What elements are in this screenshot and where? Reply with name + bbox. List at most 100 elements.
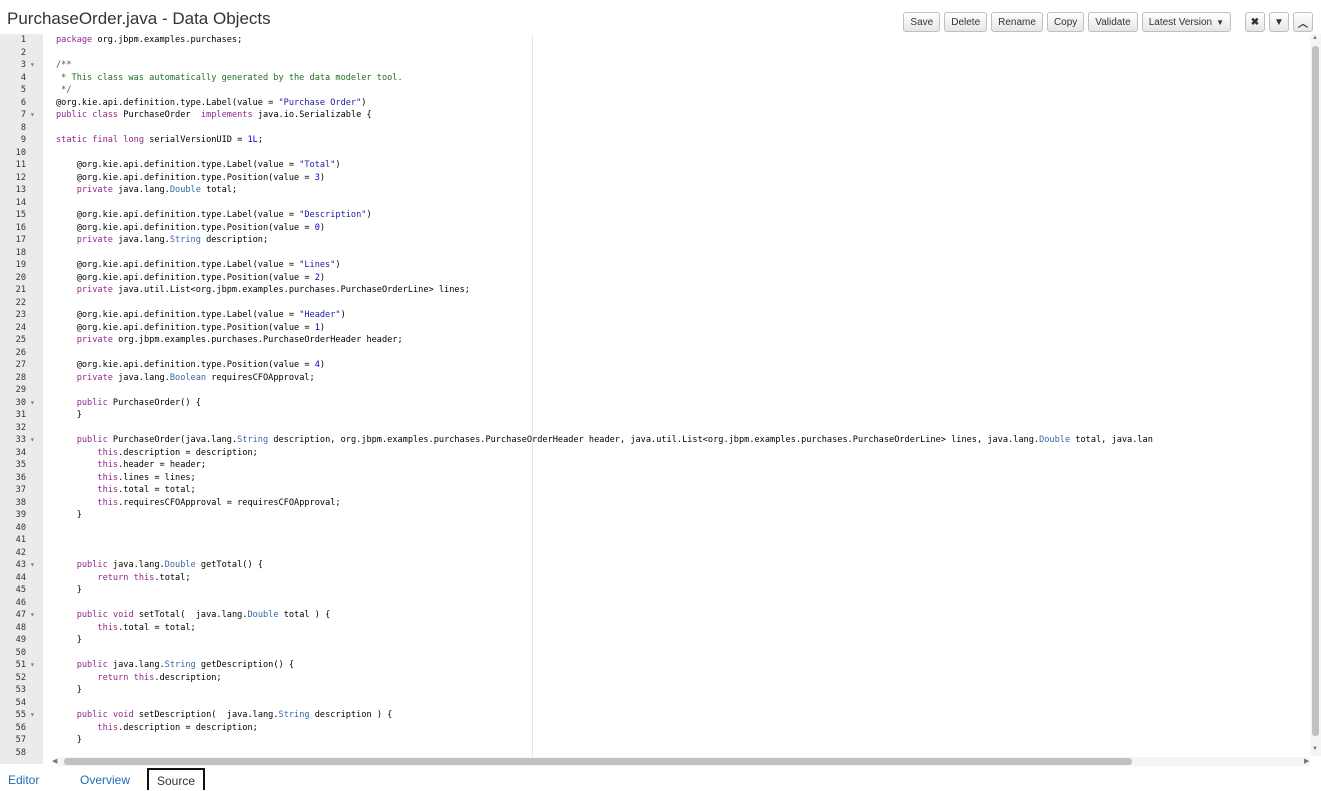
scroll-left-icon[interactable]: ◀	[52, 757, 57, 765]
code-line[interactable]: 45 }	[0, 585, 1310, 595]
tab-source[interactable]: Source	[147, 768, 206, 790]
code-line[interactable]: 13 private java.lang.Double total;	[0, 185, 1310, 195]
code-line[interactable]: 25 private org.jbpm.examples.purchases.P…	[0, 335, 1310, 345]
scroll-down-icon[interactable]: ▼	[1312, 746, 1318, 752]
line-number: 3	[20, 60, 26, 70]
code-line[interactable]: 56 this.description = description;	[0, 723, 1310, 733]
validate-button[interactable]: Validate	[1088, 12, 1138, 32]
line-number: 28	[15, 372, 26, 383]
code-line[interactable]: 29	[0, 385, 1310, 395]
code-line[interactable]: 26	[0, 348, 1310, 358]
code-line[interactable]: 10	[0, 148, 1310, 158]
code-line[interactable]: 11 @org.kie.api.definition.type.Label(va…	[0, 160, 1310, 170]
fold-toggle-icon[interactable]: ▾	[30, 110, 35, 120]
fold-toggle-icon[interactable]: ▾	[30, 660, 35, 670]
tab-overview[interactable]: Overview	[80, 773, 130, 787]
fold-toggle-icon[interactable]: ▾	[30, 610, 35, 620]
code-line[interactable]: 16 @org.kie.api.definition.type.Position…	[0, 223, 1310, 233]
code-line[interactable]: 30 ▾ public PurchaseOrder() {	[0, 398, 1310, 408]
code-line[interactable]: 46	[0, 598, 1310, 608]
code-line[interactable]: 37 this.total = total;	[0, 485, 1310, 495]
vertical-scroll-thumb[interactable]	[1312, 46, 1319, 736]
code-text: @org.kie.api.definition.type.Label(value…	[56, 97, 367, 108]
line-number: 22	[15, 297, 26, 308]
code-line[interactable]: 50	[0, 648, 1310, 658]
code-line[interactable]: 49 }	[0, 635, 1310, 645]
code-text: @org.kie.api.definition.type.Label(value…	[56, 260, 341, 270]
code-line[interactable]: 47 ▾ public void setTotal( java.lang.Doub…	[0, 610, 1310, 620]
fold-toggle-icon[interactable]: ▾	[30, 398, 35, 408]
copy-button[interactable]: Copy	[1046, 12, 1085, 32]
code-line[interactable]: 19 @org.kie.api.definition.type.Label(va…	[0, 260, 1310, 270]
code-line[interactable]: 12 @org.kie.api.definition.type.Position…	[0, 173, 1310, 183]
code-line[interactable]: 53 }	[0, 685, 1310, 695]
code-text: public java.lang.String getDescription()…	[76, 660, 295, 670]
close-icon[interactable]: ✖	[1245, 12, 1265, 32]
code-line[interactable]: 23 @org.kie.api.definition.type.Label(va…	[0, 310, 1310, 320]
code-line[interactable]: 58	[0, 748, 1310, 758]
code-line[interactable]: 32	[0, 423, 1310, 433]
code-line[interactable]: 9 static final long serialVersionUID = 1L…	[0, 135, 1310, 145]
code-line[interactable]: 3 ▾ /**	[0, 60, 1310, 70]
horizontal-scroll-thumb[interactable]	[64, 758, 1132, 765]
code-line[interactable]: 48 this.total = total;	[0, 623, 1310, 633]
code-line[interactable]: 40	[0, 523, 1310, 533]
fold-toggle-icon[interactable]: ▾	[30, 435, 35, 445]
line-number: 11	[15, 160, 26, 170]
code-line[interactable]: 27 @org.kie.api.definition.type.Position…	[0, 360, 1310, 370]
line-number: 42	[15, 547, 26, 558]
code-line[interactable]: 5 */	[0, 85, 1310, 95]
fold-toggle-icon[interactable]: ▾	[30, 560, 35, 570]
code-line[interactable]: 54	[0, 698, 1310, 708]
horizontal-scrollbar[interactable]: ◀ ▶	[52, 757, 1310, 766]
code-line[interactable]: 39 }	[0, 510, 1310, 520]
line-number: 27	[15, 360, 26, 370]
code-line[interactable]: 7 ▾ public class PurchaseOrder implements …	[0, 110, 1310, 120]
code-text: this.header = header;	[97, 460, 207, 470]
code-text: }	[56, 410, 82, 420]
tab-editor[interactable]: Editor	[8, 773, 39, 787]
code-line[interactable]: 24 @org.kie.api.definition.type.Position…	[0, 323, 1310, 333]
code-line[interactable]: 57 }	[0, 735, 1310, 745]
caret-down-icon[interactable]: ▼	[1269, 12, 1289, 32]
code-line[interactable]: 6 @org.kie.api.definition.type.Label(valu…	[0, 98, 1310, 108]
code-line[interactable]: 28 private java.lang.Boolean requiresCFO…	[0, 373, 1310, 383]
code-line[interactable]: 55 ▾ public void setDescription( java.lan…	[0, 710, 1310, 720]
code-line[interactable]: 31 }	[0, 410, 1310, 420]
code-line[interactable]: 52 return this.description;	[0, 673, 1310, 683]
code-editor[interactable]: 1 package org.jbpm.examples.purchases; 2 3 ▾…	[0, 34, 1321, 764]
code-line[interactable]: 35 this.header = header;	[0, 460, 1310, 470]
code-line[interactable]: 36 this.lines = lines;	[0, 473, 1310, 483]
code-line[interactable]: 2	[0, 48, 1310, 58]
scroll-right-icon[interactable]: ▶	[1304, 757, 1309, 765]
code-line[interactable]: 41	[0, 535, 1310, 545]
code-line[interactable]: 8	[0, 123, 1310, 133]
rename-button[interactable]: Rename	[991, 12, 1043, 32]
code-line[interactable]: 15 @org.kie.api.definition.type.Label(va…	[0, 210, 1310, 220]
code-line[interactable]: 38 this.requiresCFOApproval = requiresCF…	[0, 498, 1310, 508]
code-line[interactable]: 21 private java.util.List<org.jbpm.examp…	[0, 285, 1310, 295]
line-number: 55	[15, 710, 26, 720]
scroll-up-icon[interactable]: ▲	[1312, 35, 1318, 41]
code-line[interactable]: 43 ▾ public java.lang.Double getTotal() {	[0, 560, 1310, 570]
code-line[interactable]: 20 @org.kie.api.definition.type.Position…	[0, 273, 1310, 283]
latest-version-dropdown[interactable]: Latest Version ▼	[1141, 12, 1231, 32]
code-line[interactable]: 42	[0, 548, 1310, 558]
code-line[interactable]: 33 ▾ public PurchaseOrder(java.lang.Strin…	[0, 435, 1310, 445]
fold-toggle-icon[interactable]: ▾	[30, 60, 35, 70]
code-line[interactable]: 4 * This class was automatically generat…	[0, 73, 1310, 83]
line-number: 43	[15, 560, 26, 570]
vertical-scrollbar[interactable]: ▲ ▼	[1310, 34, 1321, 756]
delete-button[interactable]: Delete	[944, 12, 988, 32]
code-line[interactable]: 34 this.description = description;	[0, 448, 1310, 458]
save-button[interactable]: Save	[903, 12, 941, 32]
code-line[interactable]: 22	[0, 298, 1310, 308]
code-line[interactable]: 51 ▾ public java.lang.String getDescripti…	[0, 660, 1310, 670]
code-line[interactable]: 14	[0, 198, 1310, 208]
code-line[interactable]: 1 package org.jbpm.examples.purchases;	[0, 35, 1310, 45]
code-line[interactable]: 44 return this.total;	[0, 573, 1310, 583]
code-line[interactable]: 17 private java.lang.String description;	[0, 235, 1310, 245]
code-line[interactable]: 18	[0, 248, 1310, 258]
chevron-up-icon[interactable]: ︿	[1293, 12, 1313, 32]
fold-toggle-icon[interactable]: ▾	[30, 710, 35, 720]
